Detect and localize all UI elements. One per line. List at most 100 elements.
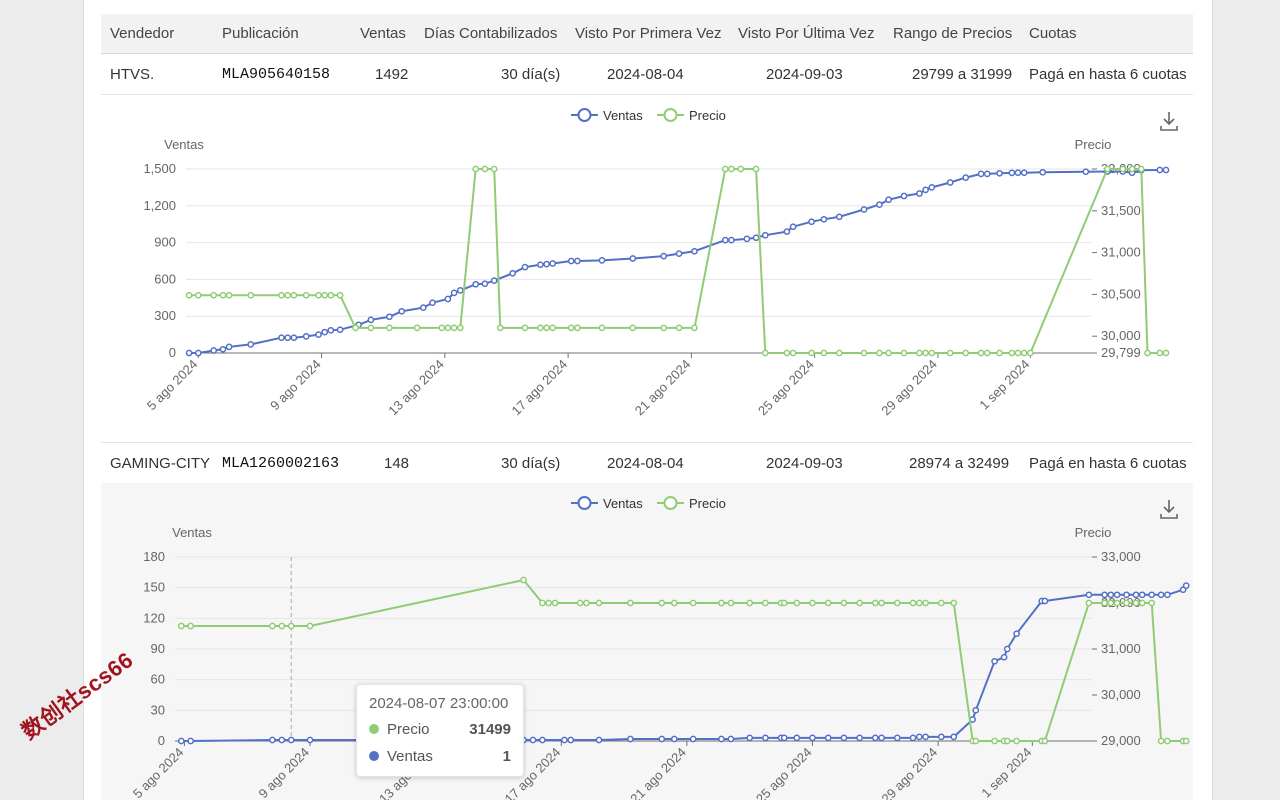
precio-point <box>893 599 901 607</box>
precio-point <box>675 324 683 332</box>
ultima-cell: 2024-09-03 <box>766 65 843 83</box>
precio-point <box>520 576 527 584</box>
left-tick-label: 1,500 <box>143 161 176 176</box>
legend-label: Precio <box>689 108 726 123</box>
precio-point <box>490 165 498 173</box>
header-primera[interactable]: Visto Por Primera Vez <box>575 14 721 53</box>
x-tick-label: 1 sep 2024 <box>976 357 1032 413</box>
ventas-point <box>219 345 227 353</box>
left-tick-label: 90 <box>151 641 165 656</box>
ventas-point <box>746 734 754 742</box>
x-tick-label: 25 ago 2024 <box>753 745 815 800</box>
precio-point <box>302 291 310 299</box>
header-dias[interactable]: Días Contabilizados <box>424 14 557 53</box>
cuotas-cell: Pagá en hasta 6 cuotas <box>1029 454 1187 472</box>
chart-1-svg[interactable]: Ventas Precio Ventas Precio 0 300 600 900 1,200 1… <box>101 95 1193 440</box>
header-rango[interactable]: Rango de Precios <box>893 14 1012 53</box>
ventas-point <box>306 736 314 744</box>
ventas-series-line <box>181 584 1187 742</box>
ventas-point <box>1039 168 1047 176</box>
header-vendedor[interactable]: Vendedor <box>110 14 174 53</box>
ventas-point <box>627 735 634 743</box>
ventas-point <box>893 734 901 742</box>
precio-point <box>539 599 546 607</box>
legend-marker <box>577 108 592 122</box>
precio-point <box>660 324 668 332</box>
left-tick-label: 0 <box>158 733 165 748</box>
download-icon[interactable] <box>1159 498 1179 520</box>
right-tick-label: 30,500 <box>1101 286 1141 301</box>
precio-point <box>789 349 797 357</box>
x-tick-label: 9 ago 2024 <box>267 357 324 414</box>
right-tick-label: 29,000 <box>1101 733 1141 748</box>
precio-point <box>1156 349 1164 357</box>
ventas-point <box>177 737 185 745</box>
precio-point <box>1020 349 1028 357</box>
precio-point <box>598 324 606 332</box>
x-tick-label: 17 ago 2024 <box>509 357 571 419</box>
ventas-point <box>187 737 195 745</box>
precio-point <box>567 324 575 332</box>
precio-point <box>762 599 769 607</box>
precio-point <box>824 599 832 607</box>
ventas-point <box>991 657 998 665</box>
right-tick-label: 31,000 <box>1101 641 1141 656</box>
header-cuotas[interactable]: Cuotas <box>1029 14 1077 53</box>
ventas-point <box>1014 169 1022 177</box>
publicacion-link[interactable]: MLA1260002163 <box>222 443 339 483</box>
header-ultima[interactable]: Visto Por Última Vez <box>738 14 874 53</box>
left-tick-label: 0 <box>169 345 176 360</box>
vendedor-cell: HTVS. <box>110 65 155 83</box>
ventas-point <box>315 331 322 338</box>
right-axis-label: Precio <box>1075 137 1112 152</box>
precio-point <box>962 349 970 357</box>
precio-point <box>450 324 458 332</box>
legend-marker <box>663 108 678 122</box>
precio-point <box>820 349 828 357</box>
precio-point <box>737 165 745 173</box>
precio-point <box>977 349 985 357</box>
header-ventas[interactable]: Ventas <box>360 14 406 53</box>
right-tick-label: 31,500 <box>1101 203 1141 218</box>
precio-point <box>321 291 329 299</box>
chart-tooltip: 2024-08-07 23:00:00 Precio 31499 Ventas … <box>356 684 524 777</box>
table-row[interactable]: HTVS. MLA905640158 1492 30 día(s) 2024-0… <box>101 54 1193 95</box>
ventas-point <box>336 326 344 334</box>
left-tick-label: 300 <box>154 308 176 323</box>
ventas-dot-icon <box>369 751 379 761</box>
ventas-point <box>529 736 537 744</box>
table-row[interactable]: GAMING-CITY MLA1260002163 148 30 día(s) … <box>101 442 1193 484</box>
precio-point <box>177 622 185 630</box>
precio-point <box>194 291 202 299</box>
precio-point <box>287 622 295 630</box>
ventas-point <box>691 247 698 255</box>
ventas-point <box>962 174 970 181</box>
ventas-point <box>1132 591 1140 599</box>
precio-point <box>278 622 286 630</box>
precio-point <box>840 599 848 607</box>
ventas-point <box>567 736 575 744</box>
chart-2-svg[interactable]: Ventas Precio Ventas Precio 0 30 60 90 120 150 180… <box>101 483 1193 800</box>
header-publicacion[interactable]: Publicación <box>222 14 299 53</box>
precio-point <box>946 349 954 357</box>
ventas-point <box>598 257 606 264</box>
publicacion-link[interactable]: MLA905640158 <box>222 54 330 94</box>
chart-2[interactable]: Ventas Precio Ventas Precio 0 30 60 90 120 150 180… <box>101 483 1193 800</box>
ventas-point <box>670 735 678 743</box>
precio-point <box>521 324 529 332</box>
x-tick-label: 29 ago 2024 <box>879 745 941 800</box>
x-tick-label: 29 ago 2024 <box>878 357 940 419</box>
download-icon[interactable] <box>1159 110 1179 132</box>
ventas-point <box>856 734 863 742</box>
precio-point <box>808 349 815 357</box>
precio-point <box>909 599 917 607</box>
chart-1[interactable]: Ventas Precio Ventas Precio 0 300 600 900 1,200 1… <box>101 95 1193 440</box>
precio-point <box>718 599 725 607</box>
legend-marker <box>577 496 592 510</box>
legend-label: Ventas <box>603 108 643 123</box>
ventas-point <box>1113 591 1121 599</box>
ventas-point <box>950 733 958 741</box>
ventas-point <box>1101 591 1108 599</box>
ventas-point <box>789 223 797 231</box>
precio-point <box>950 599 958 607</box>
